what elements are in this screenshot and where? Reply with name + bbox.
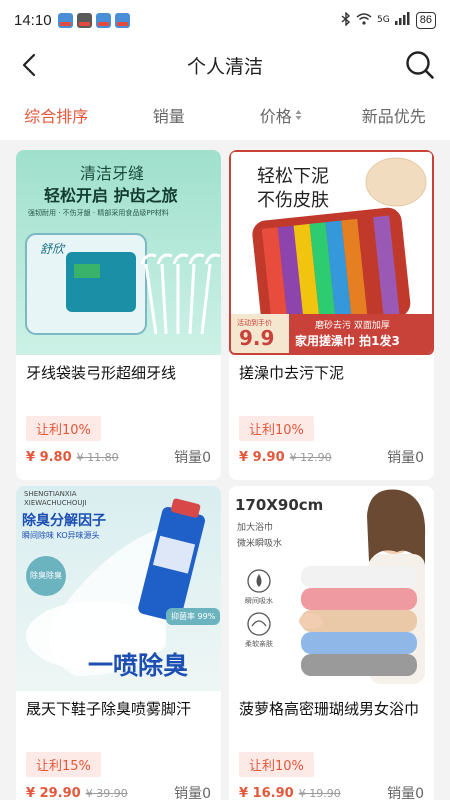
wifi-icon [356,12,372,28]
price-row: ¥ 9.80 ¥ 11.80 销量0 [26,447,211,467]
app-notification-icon [57,12,73,28]
product-name: 搓澡巾去污下泥 [239,364,345,382]
product-card[interactable]: 清洁牙缝 轻松开启 护齿之旅 强韧耐用 · 不伤牙龈 · 精部采用食品级PP材料… [16,150,221,480]
image-headline: 清洁牙缝 [80,164,145,183]
discount-tag: 让利10% [239,416,314,441]
network-type-label: 5G [377,15,390,25]
tab-label: 销量 [152,107,185,126]
search-button[interactable] [404,49,436,81]
price-row: ¥ 9.90 ¥ 12.90 销量0 [239,447,424,467]
tab-price[interactable]: 价格 [225,90,338,140]
image-subheadline: 轻松开启 护齿之旅 [44,186,178,205]
product-card[interactable]: 170X90cm 加大浴巾 微米瞬吸水 瞬间吸水 柔软亲肤 菠萝格高密珊瑚绒男女… [229,486,434,800]
app-notification-icon [95,12,111,28]
promo-banner: 家用搓澡巾 拍1发3 [295,334,400,348]
discount-tag: 让利15% [26,752,101,777]
product-price: ¥ 29.90 [26,785,81,800]
image-badge: 抑菌率 99% [166,608,221,625]
image-brand: 舒欣 [40,242,65,256]
price-row: ¥ 29.90 ¥ 39.90 销量0 [26,783,211,800]
sales-count: 销量0 [387,786,424,800]
product-grid: 清洁牙缝 轻松开启 护齿之旅 强韧耐用 · 不伤牙龈 · 精部采用食品级PP材料… [16,150,434,800]
sort-arrows-icon [295,109,303,121]
promo-note: 磨砂去污 双面加厚 [315,321,390,331]
battery-indicator: 86 [415,11,436,29]
promo-price: 9.9 [239,326,275,350]
towel-illustration [247,489,426,684]
product-image: 清洁牙缝 轻松开启 护齿之旅 强韧耐用 · 不伤牙龈 · 精部采用食品级PP材料… [16,150,221,355]
image-badge: 除臭除臭 [26,556,66,596]
product-price: ¥ 9.90 [239,449,285,465]
product-card[interactable]: 轻松下泥 不伤皮肤 活动到手价 9.9 磨砂去污 双面加厚 家用搓澡巾 拍1发3… [229,150,434,480]
image-note: 强韧耐用 · 不伤牙龈 · 精部采用食品级PP材料 [28,209,169,217]
product-price: ¥ 9.80 [26,449,72,465]
status-indicators: 5G 86 [341,10,436,29]
product-name: 牙线袋装弓形超细牙线 [26,364,177,382]
product-image: SHENGTIANXIA XIEWACHUCHOUJI 除臭分解因子 瞬间除味 … [16,486,221,691]
product-name: 晟天下鞋子除臭喷雾脚汗 [26,700,192,718]
original-price: ¥ 39.90 [85,786,128,800]
price-row: ¥ 16.90 ¥ 19.90 销量0 [239,783,424,800]
product-price: ¥ 16.90 [239,785,294,800]
tab-comprehensive[interactable]: 综合排序 [0,90,113,140]
tab-sales[interactable]: 销量 [113,90,226,140]
bluetooth-icon [341,10,351,29]
tab-label: 新品优先 [361,107,426,126]
product-image: 轻松下泥 不伤皮肤 活动到手价 9.9 磨砂去污 双面加厚 家用搓澡巾 拍1发3 [229,150,434,355]
status-time: 14:10 [14,11,52,29]
back-button[interactable] [14,50,44,80]
product-card[interactable]: SHENGTIANXIA XIEWACHUCHOUJI 除臭分解因子 瞬间除味 … [16,486,221,800]
feature-label: 柔软亲肤 [245,640,273,648]
sales-count: 销量0 [387,450,424,466]
app-notification-icon [114,12,130,28]
page-title: 个人清洁 [186,55,263,78]
search-icon [406,51,434,79]
sort-tabs: 综合排序 销量 价格 新品优先 [0,90,450,140]
tab-label: 价格 [259,107,292,126]
image-slogan: 一喷除臭 [88,651,189,680]
status-bar: 14:10 5G 86 [0,0,450,40]
chevron-left-icon [22,53,36,77]
header-bar: 个人清洁 [0,40,450,90]
tab-newest[interactable]: 新品优先 [338,90,450,140]
discount-tag: 让利10% [239,752,314,777]
discount-tag: 让利10% [26,416,101,441]
original-price: ¥ 19.90 [298,786,341,800]
feature-label: 瞬间吸水 [245,597,273,605]
signal-icon [394,12,411,28]
original-price: ¥ 12.90 [289,450,332,464]
product-name: 菠萝格高密珊瑚绒男女浴巾 [239,700,420,718]
original-price: ¥ 11.80 [76,450,119,464]
sales-count: 销量0 [174,450,211,466]
sales-count: 销量0 [174,786,211,800]
tab-label: 综合排序 [24,107,89,126]
product-image: 170X90cm 加大浴巾 微米瞬吸水 瞬间吸水 柔软亲肤 [229,486,434,691]
app-notification-icon [76,12,92,28]
